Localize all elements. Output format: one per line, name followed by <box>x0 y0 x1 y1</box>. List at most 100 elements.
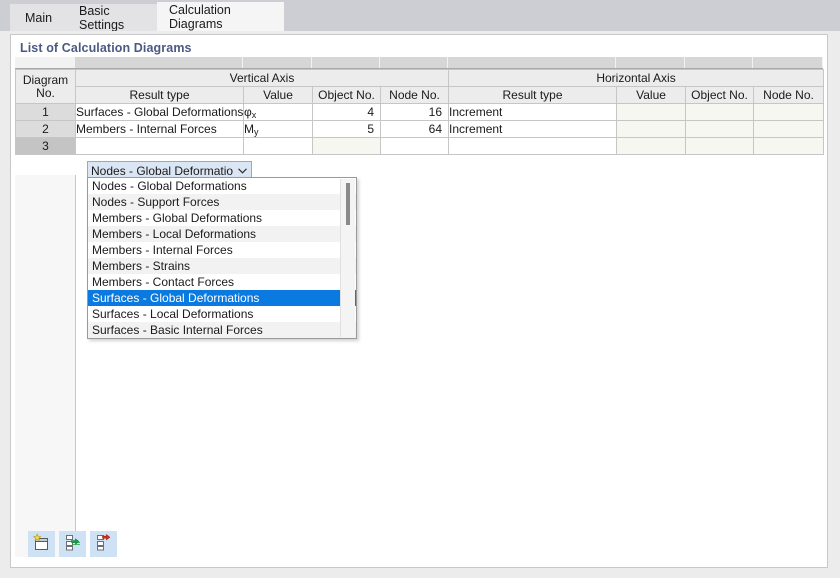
row-number-cell[interactable]: 3 <box>15 137 76 155</box>
cell-v-value-subscript: x <box>251 110 257 120</box>
tab-basic-settings[interactable]: Basic Settings <box>67 3 157 32</box>
resize-segment[interactable] <box>448 57 616 68</box>
col-header-label: Node No. <box>389 88 440 102</box>
delete-row-button[interactable] <box>90 531 117 557</box>
col-header-v-value[interactable]: Value <box>243 86 313 104</box>
insert-row-icon <box>63 533 82 555</box>
table-row[interactable]: 2 Members - Internal Forces My 5 64 Incr… <box>15 120 825 138</box>
calculation-diagrams-table: Diagram No. Vertical Axis Horizontal Axi… <box>15 69 825 155</box>
calculation-diagrams-panel: List of Calculation Diagrams Diagram No.… <box>10 34 828 568</box>
cell-h-result-type[interactable] <box>448 137 618 155</box>
cell-h-result-type[interactable]: Increment <box>448 103 618 121</box>
column-resize-band[interactable] <box>15 57 823 69</box>
col-header-v-object-no[interactable]: Object No. <box>312 86 381 104</box>
cell-h-result-type[interactable]: Increment <box>448 120 618 138</box>
table-toolbar <box>28 531 117 557</box>
dropdown-item[interactable]: Members - Local Deformations <box>88 226 356 242</box>
dropdown-item[interactable]: Members - Global Deformations <box>88 210 356 226</box>
tab-main-label: Main <box>24 10 53 25</box>
cell-v-value[interactable]: My <box>243 120 313 138</box>
cell-v-node-no[interactable]: 16 <box>379 103 450 121</box>
chevron-down-icon[interactable] <box>233 167 251 174</box>
cell-h-object-no <box>685 137 755 155</box>
col-header-h-value[interactable]: Value <box>616 86 687 104</box>
table-row[interactable]: 3 <box>15 137 825 155</box>
dropdown-item[interactable]: Members - Strains <box>88 258 356 274</box>
resize-segment[interactable] <box>312 57 380 68</box>
resize-segment[interactable] <box>685 57 753 68</box>
cell-v-result-type[interactable]: Members - Internal Forces <box>75 120 244 138</box>
cell-v-value-text: φ <box>244 105 252 119</box>
cell-h-object-no <box>685 103 755 121</box>
col-header-v-result-type[interactable]: Result type <box>75 86 244 104</box>
col-header-label: Object No. <box>318 88 375 102</box>
row-header-gutter <box>15 175 76 557</box>
col-header-label: Result type <box>502 88 563 102</box>
new-diagram-button[interactable] <box>28 531 55 557</box>
dropdown-item[interactable]: Nodes - Support Forces <box>88 194 356 210</box>
insert-row-button[interactable] <box>59 531 86 557</box>
cell-v-value[interactable]: φx <box>243 103 313 121</box>
table-column-header-row: Result type Value Object No. Node No. Re… <box>16 86 825 104</box>
resize-segment[interactable] <box>380 57 448 68</box>
row-number-cell[interactable]: 2 <box>15 120 76 138</box>
resize-segment[interactable] <box>75 57 243 68</box>
corner-header-line1: Diagram <box>22 72 69 87</box>
resize-segment[interactable] <box>616 57 685 68</box>
table-row[interactable]: 1 Surfaces - Global Deformations φx 4 16… <box>15 103 825 121</box>
client-area: List of Calculation Diagrams Diagram No.… <box>0 31 840 578</box>
dropdown-scrollbar[interactable] <box>340 179 355 337</box>
resize-segment[interactable] <box>243 57 312 68</box>
col-header-h-object-no[interactable]: Object No. <box>685 86 755 104</box>
cell-v-node-no[interactable] <box>379 137 450 155</box>
tab-main[interactable]: Main <box>10 4 67 31</box>
group-header-vertical-axis[interactable]: Vertical Axis <box>74 69 450 87</box>
cell-v-object-no <box>312 137 381 155</box>
corner-header-line2: No. <box>36 85 55 100</box>
dropdown-item[interactable]: Surfaces - Basic Internal Forces <box>88 322 356 338</box>
cell-v-object-no[interactable]: 4 <box>312 103 381 121</box>
resize-segment[interactable] <box>753 57 823 68</box>
new-window-icon <box>32 533 51 555</box>
result-type-combobox-value: Nodes - Global Deformatio... <box>91 163 233 178</box>
delete-row-icon <box>94 533 113 555</box>
col-header-h-result-type[interactable]: Result type <box>448 86 618 104</box>
tab-calculation-diagrams[interactable]: Calculation Diagrams <box>157 2 284 31</box>
cell-v-value[interactable] <box>243 137 313 155</box>
cell-v-result-type[interactable] <box>75 137 244 155</box>
dropdown-scrollbar-thumb[interactable] <box>346 183 350 225</box>
row-number-cell[interactable]: 1 <box>15 103 76 121</box>
dropdown-item[interactable]: Members - Internal Forces <box>88 242 356 258</box>
cell-h-node-no <box>753 120 825 138</box>
dropdown-item[interactable]: Nodes - Global Deformations <box>88 178 356 194</box>
cell-h-object-no <box>685 120 755 138</box>
table-group-header-row: Diagram No. Vertical Axis Horizontal Axi… <box>15 69 825 104</box>
cell-h-value <box>616 137 687 155</box>
cell-h-value <box>616 120 687 138</box>
dropdown-item[interactable]: Members - Contact Forces <box>88 274 356 290</box>
cell-v-value-text: M <box>244 122 255 136</box>
col-header-label: Value <box>636 88 666 102</box>
col-header-h-node-no[interactable]: Node No. <box>753 86 825 104</box>
cell-v-object-no[interactable]: 5 <box>312 120 381 138</box>
result-type-dropdown[interactable]: Nodes - Global Deformations Nodes - Suppo… <box>87 177 357 339</box>
group-header-horizontal-axis-label: Horizontal Axis <box>596 71 676 85</box>
col-header-v-node-no[interactable]: Node No. <box>379 86 450 104</box>
group-header-horizontal-axis[interactable]: Horizontal Axis <box>448 69 825 87</box>
dropdown-item[interactable]: Surfaces - Local Deformations <box>88 306 356 322</box>
cell-v-value-subscript: y <box>254 127 259 137</box>
col-header-label: Value <box>263 88 293 102</box>
tab-strip: Main Basic Settings Calculation Diagrams <box>0 0 840 32</box>
dropdown-item[interactable]: Surfaces - Global Deformations <box>88 290 356 306</box>
tab-basic-settings-label: Basic Settings <box>79 3 125 32</box>
cell-v-node-no[interactable]: 64 <box>379 120 450 138</box>
corner-header[interactable]: Diagram No. <box>15 69 76 104</box>
tab-calculation-diagrams-label: Calculation Diagrams <box>169 2 231 31</box>
cell-h-value <box>616 103 687 121</box>
cell-v-result-type[interactable]: Surfaces - Global Deformations <box>75 103 244 121</box>
cell-h-node-no <box>753 103 825 121</box>
diagrams-table-container: Diagram No. Vertical Axis Horizontal Axi… <box>15 57 825 557</box>
dropdown-list: Nodes - Global Deformations Nodes - Suppo… <box>88 178 356 338</box>
col-header-label: Object No. <box>691 88 748 102</box>
group-header-vertical-axis-label: Vertical Axis <box>229 71 295 85</box>
